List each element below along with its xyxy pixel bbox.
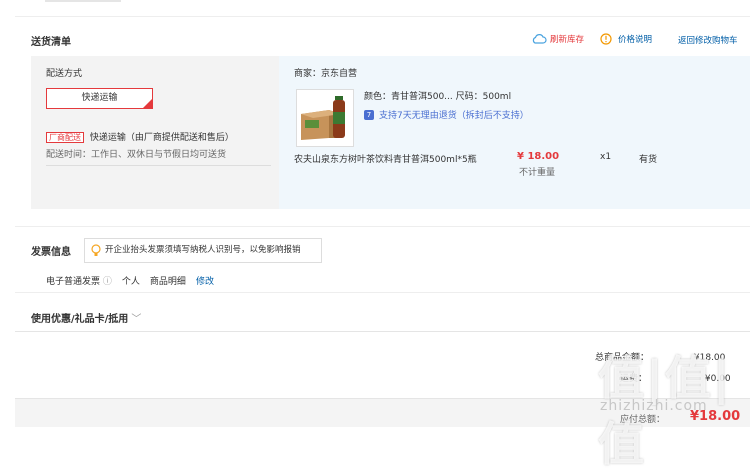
refresh-stock-label: 刷新库存	[550, 35, 585, 45]
warning-icon	[600, 33, 612, 45]
invoice-holder: 个人	[121, 277, 140, 287]
product-image[interactable]	[296, 89, 354, 147]
watermark-site: zhizhizhi.com	[600, 398, 708, 414]
selected-corner-mark	[143, 99, 152, 108]
coupon-title: 使用优惠/礼品卡/抵用	[31, 314, 129, 325]
section-divider	[15, 292, 750, 293]
previous-section-button-edge	[45, 0, 121, 2]
shipping-method-button[interactable]: 快递运输	[46, 88, 153, 109]
invoice-type: 电子普通发票 ⓘ	[46, 274, 112, 287]
return-badge-icon: 7	[364, 109, 374, 120]
vendor-shipping-info: 厂商配送 快递运输（由厂商提供配送和售后）	[46, 130, 234, 143]
panel-divider	[46, 165, 271, 166]
info-icon[interactable]: ⓘ	[103, 277, 112, 287]
product-price: ¥ 18.00	[517, 151, 560, 162]
delivery-time: 配送时间：工作日、双休日与节假日均可送货	[46, 150, 227, 160]
invoice-details: 电子普通发票 ⓘ 个人 商品明细 修改	[46, 274, 214, 287]
seller-name: 商家：京东自营	[294, 69, 358, 79]
price-info-link[interactable]: 价格说明	[600, 33, 652, 45]
vendor-delivery-tag: 厂商配送	[46, 132, 84, 143]
lightbulb-icon	[91, 244, 101, 256]
product-quantity: x1	[600, 152, 612, 162]
return-policy-text: 支持7天无理由退货（拆封后不支持）	[379, 111, 529, 121]
coupon-toggle[interactable]: 使用优惠/礼品卡/抵用 ﹀	[31, 310, 141, 325]
delivery-list-title: 送货清单	[31, 37, 71, 48]
invoice-type-label: 电子普通发票	[46, 277, 101, 287]
shipping-method-value: 快递运输	[81, 93, 118, 103]
back-to-cart-link[interactable]: 返回修改购物车	[678, 34, 738, 46]
invoice-title: 发票信息	[31, 247, 71, 258]
section-divider	[15, 226, 750, 227]
invoice-modify-link[interactable]: 修改	[196, 274, 214, 287]
invoice-content: 商品明细	[149, 277, 186, 287]
section-divider	[15, 16, 750, 17]
return-policy: 7 支持7天无理由退货（拆封后不支持）	[364, 108, 529, 121]
invoice-tip: 开企业抬头发票须填写纳税人识别号，以免影响报销	[84, 238, 322, 263]
chevron-down-icon: ﹀	[131, 314, 142, 325]
section-divider	[15, 331, 750, 332]
shipping-method-label: 配送方式	[46, 69, 83, 79]
product-name-link[interactable]: 农夫山泉东方树叶茶饮料青甘普洱500ml*5瓶	[294, 152, 477, 165]
cloud-icon	[532, 34, 547, 44]
stock-status: 有货	[639, 155, 658, 165]
refresh-stock-link[interactable]: 刷新库存	[531, 33, 584, 45]
price-info-label: 价格说明	[618, 35, 653, 45]
tea-box-image	[301, 96, 345, 140]
vendor-delivery-desc: 快递运输（由厂商提供配送和售后）	[89, 133, 234, 143]
weight-note: 不计重量	[519, 168, 556, 178]
product-spec: 颜色：青甘普洱500... 尺码：500ml	[364, 92, 512, 102]
invoice-tip-text: 开企业抬头发票须填写纳税人识别号，以免影响报销	[105, 245, 301, 255]
